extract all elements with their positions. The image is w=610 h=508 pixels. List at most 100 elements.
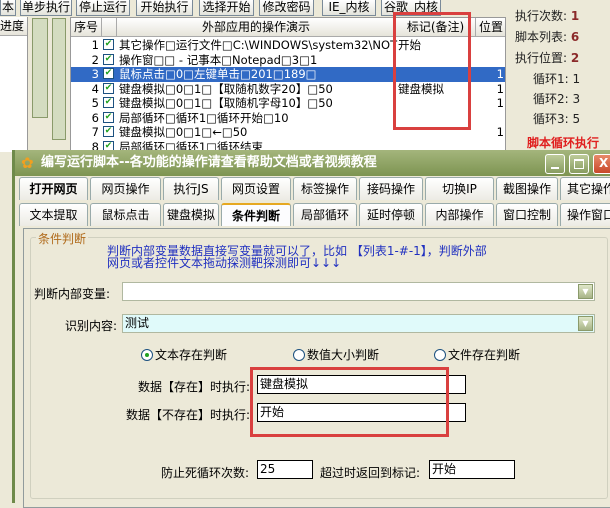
gear-icon: ✿ bbox=[21, 154, 34, 172]
minimize-button[interactable] bbox=[545, 154, 565, 174]
loop-guard-input[interactable]: 25 bbox=[257, 460, 313, 479]
tab-切换IP[interactable]: 切换IP bbox=[425, 177, 494, 200]
recognize-value: 测试 bbox=[125, 316, 150, 330]
header-index[interactable]: 序号 bbox=[71, 18, 102, 37]
radio-icon[interactable] bbox=[293, 349, 305, 361]
loop2-value: 3 bbox=[572, 92, 581, 106]
return-input[interactable]: 开始 bbox=[429, 460, 515, 479]
radio-selected-icon[interactable] bbox=[141, 349, 153, 361]
radio-text-exists-label: 文本存在判断 bbox=[155, 348, 228, 362]
row-checkbox[interactable]: ✔ bbox=[103, 97, 114, 108]
row-operation: 鼠标点击□0□左键单击□201□189□ bbox=[119, 67, 317, 81]
maximize-button[interactable] bbox=[569, 154, 589, 174]
row-operation: 其它操作□运行文件□C:\WINDOWS\system32\NOTEP bbox=[119, 38, 412, 52]
header-check bbox=[102, 18, 117, 37]
tab-延时停顿[interactable]: 延时停顿 bbox=[359, 203, 423, 226]
row-checkbox[interactable]: ✔ bbox=[103, 53, 114, 65]
radio-file-exists[interactable]: 文件存在判断 bbox=[434, 346, 520, 363]
loop3-label: 循环3: bbox=[533, 112, 569, 126]
internal-var-combo[interactable]: ▼ bbox=[122, 282, 595, 301]
toolbar-partial-button[interactable]: 本 bbox=[0, 0, 16, 16]
row-checkbox[interactable]: ✔ bbox=[103, 39, 114, 50]
row-checkbox[interactable]: ✔ bbox=[103, 111, 114, 123]
return-label: 超过时返回到标记: bbox=[320, 466, 421, 480]
tab-操作窗口[interactable]: 操作窗口 bbox=[560, 203, 610, 226]
radio-number-compare-label: 数值大小判断 bbox=[307, 348, 380, 362]
radio-number-compare[interactable]: 数值大小判断 bbox=[293, 346, 379, 363]
tab-窗口控制[interactable]: 窗口控制 bbox=[496, 203, 558, 226]
tab-执行JS[interactable]: 执行JS bbox=[163, 177, 219, 200]
header-position[interactable]: 位置 bbox=[476, 18, 505, 37]
tab-网页设置[interactable]: 网页设置 bbox=[221, 177, 291, 200]
row-checkbox[interactable]: ✔ bbox=[103, 126, 114, 137]
row-index: 6 bbox=[91, 110, 99, 125]
edit-script-dialog: ✿ 编写运行脚本--各功能的操作请查看帮助文档或者视频教程 X 打开网页 网页操作… bbox=[12, 150, 610, 508]
row-position: 1 bbox=[496, 125, 504, 139]
exec-position-value: 2 bbox=[570, 51, 580, 65]
maximize-icon bbox=[574, 159, 584, 169]
tab-截图操作[interactable]: 截图操作 bbox=[496, 177, 558, 200]
dialog-title-bar[interactable]: ✿ 编写运行脚本--各功能的操作请查看帮助文档或者视频教程 bbox=[15, 150, 610, 176]
chevron-down-icon[interactable]: ▼ bbox=[578, 284, 593, 299]
recognize-label: 识别内容: bbox=[65, 319, 118, 333]
tab-局部循环[interactable]: 局部循环 bbox=[293, 203, 357, 226]
loop1: 循环1: 1 bbox=[533, 70, 580, 87]
row-operation: 键盘模拟□0□1□【取随机数字20】□50 bbox=[119, 81, 333, 96]
loop3-value: 5 bbox=[572, 112, 581, 126]
loop1-value: 1 bbox=[572, 72, 581, 86]
tab-文本提取[interactable]: 文本提取 bbox=[19, 203, 88, 226]
ie-kernel-button[interactable]: IE_内核 bbox=[322, 0, 376, 16]
row-index: 4 bbox=[91, 81, 99, 96]
exec-position: 执行位置: 2 bbox=[515, 49, 579, 66]
tab-标签操作[interactable]: 标签操作 bbox=[293, 177, 357, 200]
chevron-down-icon[interactable]: ▼ bbox=[578, 316, 593, 331]
loop2-label: 循环2: bbox=[533, 92, 569, 106]
row-position: 1 bbox=[496, 96, 504, 110]
row-operation: 局部循环□循环1□循环开始□10 bbox=[119, 110, 289, 125]
internal-var-label: 判断内部变量: bbox=[34, 287, 111, 301]
row-index: 5 bbox=[91, 96, 99, 110]
highlight-box-mark-column bbox=[393, 12, 471, 130]
exec-count-value: 1 bbox=[570, 9, 580, 23]
tab-打开网页[interactable]: 打开网页 bbox=[19, 177, 88, 200]
loop-status: 脚本循环执行 bbox=[527, 136, 600, 150]
start-button[interactable]: 开始执行 bbox=[136, 0, 193, 16]
tab-网页操作[interactable]: 网页操作 bbox=[90, 177, 161, 200]
loop2: 循环2: 3 bbox=[533, 90, 580, 107]
tab-其它操作[interactable]: 其它操作 bbox=[560, 177, 610, 200]
select-start-button[interactable]: 选择开始 bbox=[199, 0, 254, 16]
exec-count-label: 执行次数: bbox=[515, 9, 568, 23]
header-operation[interactable]: 外部应用的操作演示 bbox=[117, 18, 396, 37]
group-label: 条件判断 bbox=[36, 230, 89, 247]
row-operation: 操作窗□□ - 记事本□Notepad□3□1 bbox=[119, 52, 318, 67]
tab-条件判断[interactable]: 条件判断 bbox=[221, 203, 291, 226]
row-position: 1 bbox=[496, 81, 504, 96]
close-button[interactable]: X bbox=[593, 154, 610, 174]
scrollbar-2[interactable] bbox=[52, 18, 66, 140]
script-list: 脚本列表: 6 bbox=[515, 28, 579, 45]
tab-内部操作[interactable]: 内部操作 bbox=[425, 203, 494, 226]
recognize-combo[interactable]: 测试 ▼ bbox=[122, 314, 595, 333]
progress-list: 进度 bbox=[0, 17, 28, 152]
row-operation: 键盘模拟□0□1□【取随机字母10】□50 bbox=[119, 96, 333, 110]
radio-file-exists-label: 文件存在判断 bbox=[448, 348, 521, 362]
exec-position-label: 执行位置: bbox=[515, 51, 568, 65]
row-checkbox[interactable]: ✔ bbox=[103, 82, 114, 94]
minimize-icon bbox=[551, 167, 559, 169]
script-list-value: 6 bbox=[570, 30, 580, 44]
exec-count: 执行次数: 1 bbox=[515, 7, 579, 24]
tab-鼠标点击[interactable]: 鼠标点击 bbox=[90, 203, 161, 226]
tab-键盘模拟[interactable]: 键盘模拟 bbox=[163, 203, 219, 226]
stop-button[interactable]: 停止运行 bbox=[76, 0, 130, 16]
row-index: 1 bbox=[91, 38, 99, 52]
loop3: 循环3: 5 bbox=[533, 110, 580, 127]
change-password-button[interactable]: 修改密码 bbox=[259, 0, 314, 16]
row-index: 2 bbox=[91, 52, 99, 67]
radio-text-exists[interactable]: 文本存在判断 bbox=[141, 346, 227, 363]
tab-接码操作[interactable]: 接码操作 bbox=[359, 177, 423, 200]
step-button[interactable]: 单步执行 bbox=[20, 0, 72, 16]
row-checkbox[interactable]: ✔ bbox=[103, 68, 114, 79]
scrollbar-1[interactable] bbox=[32, 18, 48, 118]
row-index: 3 bbox=[91, 67, 99, 81]
radio-icon[interactable] bbox=[434, 349, 446, 361]
